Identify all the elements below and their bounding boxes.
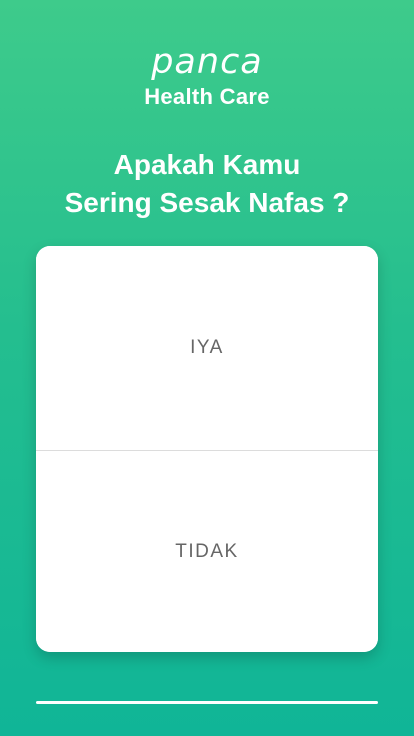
progress-line [36, 701, 378, 704]
question-line-1: Apakah Kamu [113, 149, 301, 180]
answer-yes-button[interactable]: IYA [36, 246, 378, 450]
brand-tagline: Health Care [144, 84, 270, 109]
question-line-2: Sering Sesak Nafas ? [64, 187, 350, 218]
answer-card: IYA TIDAK [36, 246, 378, 652]
answer-no-button[interactable]: TIDAK [36, 451, 378, 652]
question-title: Apakah Kamu Sering Sesak Nafas ? [0, 146, 414, 222]
brand-header: panca Health Care [0, 44, 414, 110]
logo: panca [151, 42, 263, 82]
